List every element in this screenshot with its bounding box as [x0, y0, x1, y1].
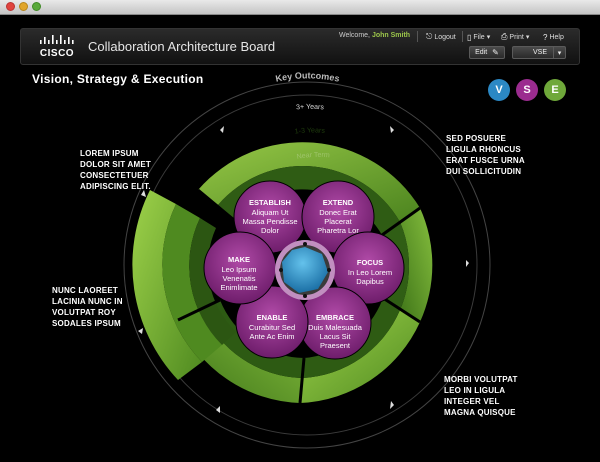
outcome-line: SED POSUERE	[446, 134, 506, 143]
petal-line: Curabitur Sed	[249, 323, 295, 332]
outcome-text-mid-left: NUNC LAOREET LACINIA NUNC IN VOLUTPAT RO…	[52, 285, 123, 329]
petal-line: In Leo Lorem	[348, 268, 392, 277]
outcome-text-top-left: LOREM IPSUM DOLOR SIT AMET CONSECTETUER …	[80, 148, 151, 192]
petal-line: Placerat	[324, 217, 352, 226]
outcome-line: DOLOR SIT AMET	[80, 160, 151, 169]
petal-title: ESTABLISH	[249, 198, 291, 207]
petal-title: FOCUS	[357, 258, 383, 267]
arrow-icon	[390, 126, 394, 133]
petal-line: Pharetra Lor	[317, 226, 359, 235]
outcome-line: LACINIA NUNC IN	[52, 297, 123, 306]
years-1-3-label: 1-3 Years	[294, 127, 325, 135]
petal-line: Ante Ac Enim	[249, 332, 294, 341]
years-3plus-label: 3+ Years	[296, 104, 325, 112]
arrow-icon	[390, 401, 394, 409]
petal-line: Duis Malesuada	[308, 323, 363, 332]
petal-line: Enimlimate	[220, 283, 257, 292]
petal-line: Dapibus	[356, 277, 384, 286]
outcome-line: MAGNA QUISQUE	[444, 408, 516, 417]
petal-line: Aliquam Ut	[252, 208, 290, 217]
outcome-line: CONSECTETUER	[80, 171, 149, 180]
arrow-icon	[216, 406, 220, 413]
arrow-icon	[138, 328, 143, 334]
petal-line: Lacus Sit	[320, 332, 352, 341]
outcome-line: ERAT FUSCE URNA	[446, 156, 525, 165]
outcome-line: NUNC LAOREET	[52, 286, 118, 295]
outcome-line: ADIPISCING ELIT.	[80, 182, 151, 191]
arrow-icon	[220, 126, 224, 133]
petal-title: EMBRACE	[316, 313, 354, 322]
outcome-line: INTEGER VEL	[444, 397, 500, 406]
petal-title: ENABLE	[257, 313, 288, 322]
petal-title: MAKE	[228, 255, 250, 264]
petal-line: Dolor	[261, 226, 279, 235]
outcome-line: SODALES IPSUM	[52, 319, 121, 328]
petal-line: Donec Erat	[319, 208, 357, 217]
outcome-line: VOLUTPAT ROY	[52, 308, 116, 317]
app-window: CISCO Collaboration Architecture Board W…	[0, 0, 600, 462]
petal-line: Venenatis	[223, 274, 256, 283]
outcome-line: MORBI VOLUTPAT	[444, 375, 518, 384]
outcome-line: LOREM IPSUM	[80, 149, 139, 158]
outcome-line: DUI SOLLICITUDIN	[446, 167, 522, 176]
petal-line: Massa Pendisse	[242, 217, 297, 226]
petal-title: EXTEND	[323, 198, 354, 207]
outcome-line: LEO IN LIGULA	[444, 386, 506, 395]
petal-line: Leo Ipsum	[221, 265, 256, 274]
petal-line: Praesent	[320, 341, 351, 350]
arrow-icon	[466, 260, 469, 267]
outcome-text-bottom-right: MORBI VOLUTPAT LEO IN LIGULA INTEGER VEL…	[444, 374, 518, 418]
outcome-line: LIGULA RHONCUS	[446, 145, 521, 154]
outcome-text-top-right: SED POSUERE LIGULA RHONCUS ERAT FUSCE UR…	[446, 133, 525, 177]
